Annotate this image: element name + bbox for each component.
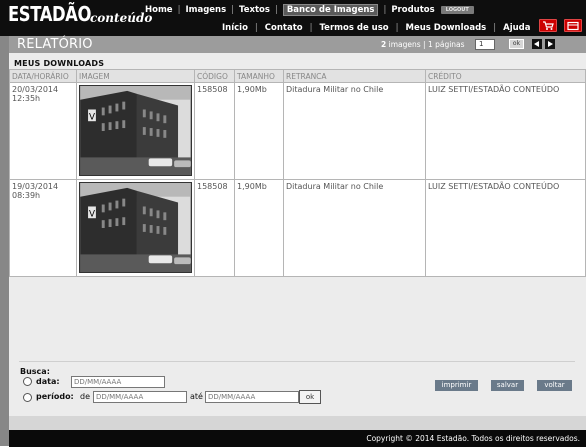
logo[interactable]: ESTADÃO conteúdo xyxy=(8,2,152,26)
date-input[interactable]: DD/MM/AAAA xyxy=(71,376,165,388)
bottom-gray-strip xyxy=(9,416,586,430)
separator: | xyxy=(274,5,278,15)
search-label: Busca: xyxy=(20,367,50,376)
credit-cell: LUIZ SETTI/ESTADÃO CONTEÚDO xyxy=(425,82,586,180)
copyright: Copyright © 2014 Estadão. Todos os direi… xyxy=(366,434,580,443)
column-header-credit: CRÉDITO xyxy=(425,69,586,83)
row-date: 19/03/2014 xyxy=(12,182,59,191)
separator: | xyxy=(309,23,313,33)
column-header-image: IMAGEM xyxy=(76,69,195,83)
retranca-cell: Ditadura Militar no Chile xyxy=(283,179,426,277)
from-label: de xyxy=(80,392,90,401)
downloads-table: DATA/HORÁRIO IMAGEM CÓDIGO TAMANHO RETRA… xyxy=(9,69,586,277)
image-cell: V xyxy=(76,82,195,180)
thumbnail-photo[interactable]: V xyxy=(79,85,192,176)
period-end-input[interactable]: DD/MM/AAAA xyxy=(205,391,299,403)
top-nav: Home | Imagens | Textos | Banco de Image… xyxy=(145,4,474,16)
date-cell: 20/03/2014 12:35h xyxy=(9,82,77,180)
date-cell: 19/03/2014 08:39h xyxy=(9,179,77,277)
code-cell: 158508 xyxy=(194,179,235,277)
to-label: até xyxy=(190,392,203,401)
back-button[interactable]: voltar xyxy=(537,380,572,391)
download-box-icon[interactable] xyxy=(564,19,582,32)
separator: | xyxy=(231,5,235,15)
column-header-retranca: RETRANCA xyxy=(283,69,426,83)
row-date: 20/03/2014 xyxy=(12,85,59,94)
page-title: RELATÓRIO xyxy=(17,37,93,52)
save-button[interactable]: salvar xyxy=(491,380,524,391)
code-cell: 158508 xyxy=(194,82,235,180)
search-ok-button[interactable]: ok xyxy=(299,390,321,404)
table-header-row: DATA/HORÁRIO IMAGEM CÓDIGO TAMANHO RETRA… xyxy=(9,69,586,83)
report-title-bar: RELATÓRIO 2 imagens | 1 páginas 1 ok xyxy=(9,36,586,53)
retranca-cell: Ditadura Militar no Chile xyxy=(283,82,426,180)
subnav-meus-downloads[interactable]: Meus Downloads xyxy=(406,23,487,33)
logout-button[interactable]: LOGOUT xyxy=(440,6,474,14)
separator: | xyxy=(395,23,399,33)
download-box-icon-svg xyxy=(567,21,579,31)
facade-letter: V xyxy=(89,112,95,122)
image-cell: V xyxy=(76,179,195,277)
separator: | xyxy=(254,23,258,33)
page-number-input[interactable]: 1 xyxy=(475,39,495,50)
shopping-cart-icon-svg xyxy=(543,21,554,30)
topnav-produtos[interactable]: Produtos xyxy=(391,5,434,15)
left-gray-bar xyxy=(0,36,9,446)
subnav-inicio[interactable]: Início xyxy=(222,23,248,33)
logo-wordmark: ESTADÃO xyxy=(8,2,91,26)
column-header-code: CÓDIGO xyxy=(194,69,235,83)
size-cell: 1,90Mb xyxy=(234,82,284,180)
sub-nav: Início | Contato | Termos de uso | Meus … xyxy=(222,23,530,33)
separator: | xyxy=(177,5,181,15)
topnav-home[interactable]: Home xyxy=(145,5,173,15)
row-time: 08:39h xyxy=(12,191,41,200)
subnav-contato[interactable]: Contato xyxy=(265,23,303,33)
pages-label: | 1 páginas xyxy=(423,40,465,49)
footer: Copyright © 2014 Estadão. Todos os direi… xyxy=(9,430,586,447)
print-button[interactable]: imprimir xyxy=(435,380,478,391)
period-radio[interactable] xyxy=(23,393,32,402)
section-title: MEUS DOWNLOADS xyxy=(14,59,105,68)
subnav-ajuda[interactable]: Ajuda xyxy=(503,23,530,33)
row-time: 12:35h xyxy=(12,94,41,103)
results-count: 2 imagens | 1 páginas xyxy=(381,40,465,49)
header: ESTADÃO conteúdo Home | Imagens | Textos… xyxy=(0,0,586,36)
images-count: 2 xyxy=(381,40,387,49)
topnav-textos[interactable]: Textos xyxy=(239,5,270,15)
table-row: 19/03/2014 08:39h V 158508 1,90Mb Ditadu… xyxy=(9,179,586,277)
topnav-imagens[interactable]: Imagens xyxy=(185,5,226,15)
column-header-size: TAMANHO xyxy=(234,69,284,83)
facade-letter: V xyxy=(89,209,95,219)
logo-subtitle: conteúdo xyxy=(90,11,153,25)
separator: | xyxy=(383,5,387,15)
thumbnail-photo[interactable]: V xyxy=(79,182,192,273)
date-radio[interactable] xyxy=(23,377,32,386)
date-label: data: xyxy=(36,377,60,386)
page-ok-button[interactable]: ok xyxy=(509,39,524,49)
subnav-termos[interactable]: Termos de uso xyxy=(320,23,389,33)
table-row: 20/03/2014 12:35h V 158508 1,90Mb Ditadu… xyxy=(9,82,586,180)
period-label: período: xyxy=(36,392,74,401)
topnav-banco-de-imagens[interactable]: Banco de Imagens xyxy=(282,4,379,16)
size-cell: 1,90Mb xyxy=(234,179,284,277)
shopping-cart-icon[interactable] xyxy=(539,19,557,32)
credit-cell: LUIZ SETTI/ESTADÃO CONTEÚDO xyxy=(425,179,586,277)
images-label: imagens xyxy=(388,40,421,49)
separator: | xyxy=(493,23,497,33)
search-divider xyxy=(19,361,575,362)
period-start-input[interactable]: DD/MM/AAAA xyxy=(93,391,187,403)
column-header-date: DATA/HORÁRIO xyxy=(9,69,77,83)
next-page-icon[interactable] xyxy=(545,39,555,49)
prev-page-icon[interactable] xyxy=(532,39,542,49)
